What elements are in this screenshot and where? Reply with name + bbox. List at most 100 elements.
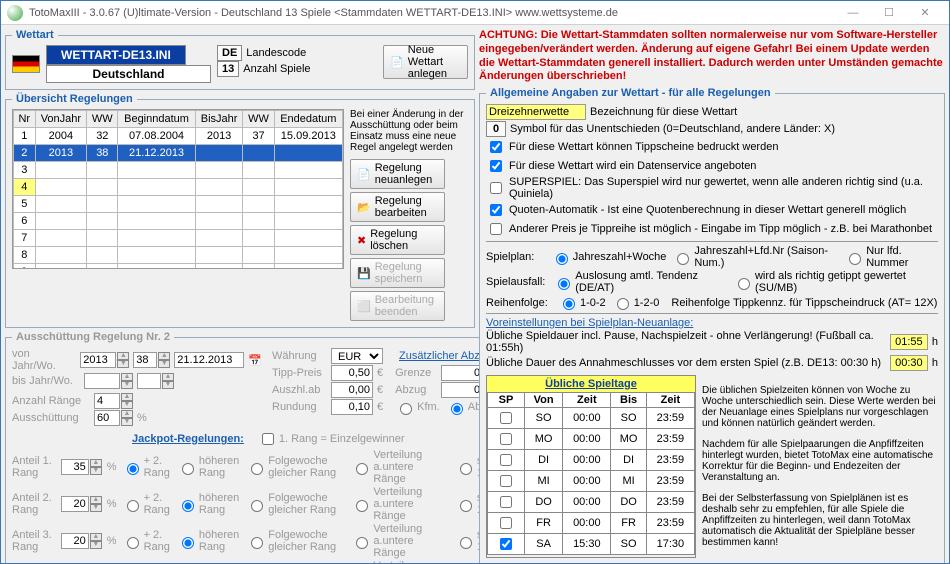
distribution-pct-input[interactable] xyxy=(94,410,120,426)
rules-table[interactable]: NrVonJahrWWBeginndatumBisJahrWWEndedatum… xyxy=(13,110,343,269)
table-row[interactable]: 7 xyxy=(14,230,343,247)
close-button[interactable]: ✕ xyxy=(907,2,943,24)
jackpot-radio[interactable] xyxy=(127,500,139,512)
day-check[interactable] xyxy=(500,517,512,529)
day-check[interactable] xyxy=(500,433,512,445)
payout-from-input[interactable] xyxy=(331,382,373,398)
rank-pct-input[interactable] xyxy=(61,459,89,475)
dataservice-check[interactable] xyxy=(490,160,502,172)
jackpot-radio[interactable] xyxy=(356,537,368,549)
preset-header: Voreinstellungen bei Spielplan-Neuanlage… xyxy=(486,317,938,329)
kfm-radio[interactable] xyxy=(400,403,412,415)
day-check[interactable] xyxy=(500,538,512,550)
jackpot-radio[interactable] xyxy=(460,500,472,512)
warning-text: ACHTUNG: Die Wettart-Stammdaten sollten … xyxy=(479,29,945,84)
jackpot-radio[interactable] xyxy=(460,537,472,549)
jackpot-radio[interactable] xyxy=(182,463,194,475)
tip-price-input[interactable] xyxy=(331,365,373,381)
rule-delete-button[interactable]: ✖Regelung löschen xyxy=(350,225,445,255)
table-row[interactable]: 9 xyxy=(14,264,343,270)
flag-icon xyxy=(12,55,40,73)
general-legend: Allgemeine Angaben zur Wettart - für all… xyxy=(486,87,775,99)
jackpot-radio[interactable] xyxy=(182,537,194,549)
to-year-input[interactable] xyxy=(84,373,120,389)
ini-file-label: WETTART-DE13.INI xyxy=(46,45,186,65)
rounding-input[interactable] xyxy=(331,399,373,415)
rank-pct-input[interactable] xyxy=(61,533,89,549)
num-ranks-input[interactable] xyxy=(94,393,120,409)
day-check[interactable] xyxy=(500,412,512,424)
cancel-correct-radio[interactable] xyxy=(738,278,750,290)
from-date-input[interactable] xyxy=(174,352,244,368)
table-row[interactable]: 5 xyxy=(14,196,343,213)
rules-col-header[interactable]: Endedatum xyxy=(274,111,342,128)
table-row[interactable]: 220133821.12.2013 xyxy=(14,145,343,162)
new-file-icon: 📄 xyxy=(390,56,404,69)
distribution-legend: Ausschüttung Regelung Nr. 2 xyxy=(12,331,174,343)
table-row[interactable]: 3 xyxy=(14,162,343,179)
maximize-button[interactable]: ☐ xyxy=(871,2,907,24)
rules-col-header[interactable]: Nr xyxy=(14,111,36,128)
duration2-input[interactable] xyxy=(890,355,928,371)
single-winner-check[interactable] xyxy=(262,433,274,445)
plan-lfdno-radio[interactable] xyxy=(849,253,861,265)
jackpot-radio[interactable] xyxy=(460,463,472,475)
table-row[interactable]: 120043207.08.200420133715.09.2013 xyxy=(14,128,343,145)
matchday-row: DI00:00DI23:59 xyxy=(488,450,695,471)
deduction-input[interactable] xyxy=(441,382,483,398)
rules-col-header[interactable]: VonJahr xyxy=(35,111,87,128)
from-week-input[interactable] xyxy=(133,352,157,368)
matchday-row: SA15:30SO17:30 xyxy=(488,534,695,555)
jackpot-radio[interactable] xyxy=(356,463,368,475)
table-row[interactable]: 8 xyxy=(14,247,343,264)
matchday-row: DO00:00DO23:59 xyxy=(488,492,695,513)
matchdays-header: Übliche Spieltage xyxy=(487,376,695,392)
to-week-input[interactable] xyxy=(137,373,161,389)
jackpot-radio[interactable] xyxy=(251,463,263,475)
order-102-radio[interactable] xyxy=(563,298,575,310)
designation-input[interactable] xyxy=(486,104,586,120)
duration1-input[interactable] xyxy=(890,334,928,350)
day-check[interactable] xyxy=(500,475,512,487)
jackpot-radio[interactable] xyxy=(127,463,139,475)
abrunden-radio[interactable] xyxy=(451,403,463,415)
window-title: TotoMaxIII - 3.0.67 (U)ltimate-Version -… xyxy=(29,7,835,19)
rank-pct-input[interactable] xyxy=(61,496,89,512)
print-tickets-check[interactable] xyxy=(490,141,502,153)
app-window: TotoMaxIII - 3.0.67 (U)ltimate-Version -… xyxy=(0,0,950,564)
calendar-icon[interactable]: 📅 xyxy=(248,354,262,367)
jackpot-radio[interactable] xyxy=(356,500,368,512)
titlebar: TotoMaxIII - 3.0.67 (U)ltimate-Version -… xyxy=(1,1,949,25)
new-wettart-button[interactable]: 📄 Neue Wettart anlegen xyxy=(383,45,468,79)
from-year-input[interactable] xyxy=(80,352,116,368)
rules-col-header[interactable]: WW xyxy=(243,111,274,128)
plan-yearno-radio[interactable] xyxy=(677,253,689,265)
minimize-button[interactable]: — xyxy=(835,2,871,24)
quoten-check[interactable] xyxy=(490,204,502,216)
table-row[interactable]: 4 xyxy=(14,179,343,196)
other-price-check[interactable] xyxy=(490,223,502,235)
jackpot-radio[interactable] xyxy=(251,537,263,549)
day-check[interactable] xyxy=(500,454,512,466)
matchday-row: MO00:00MO23:59 xyxy=(488,429,695,450)
cancel-draw-radio[interactable] xyxy=(558,278,570,290)
rules-legend: Übersicht Regelungen xyxy=(12,93,137,105)
jackpot-radio[interactable] xyxy=(127,537,139,549)
rules-col-header[interactable]: BisJahr xyxy=(195,111,243,128)
plan-yearweek-radio[interactable] xyxy=(556,253,568,265)
distribution-group: Ausschüttung Regelung Nr. 2 von Jahr/Wo.… xyxy=(5,331,524,563)
jackpot-radio[interactable] xyxy=(251,500,263,512)
table-row[interactable]: 6 xyxy=(14,213,343,230)
rule-new-button[interactable]: 📄Regelung neuanlegen xyxy=(350,159,445,189)
currency-select[interactable]: EUR xyxy=(331,348,383,364)
jackpot-radio[interactable] xyxy=(182,500,194,512)
order-120-radio[interactable] xyxy=(617,298,629,310)
rules-col-header[interactable]: Beginndatum xyxy=(118,111,195,128)
matchday-row: SO00:00SO23:59 xyxy=(488,408,695,429)
day-check[interactable] xyxy=(500,496,512,508)
superspiel-check[interactable] xyxy=(490,182,502,194)
folder-icon: 📂 xyxy=(357,201,371,214)
limit-input[interactable] xyxy=(441,365,483,381)
rule-edit-button[interactable]: 📂Regelung bearbeiten xyxy=(350,192,445,222)
rules-col-header[interactable]: WW xyxy=(87,111,118,128)
